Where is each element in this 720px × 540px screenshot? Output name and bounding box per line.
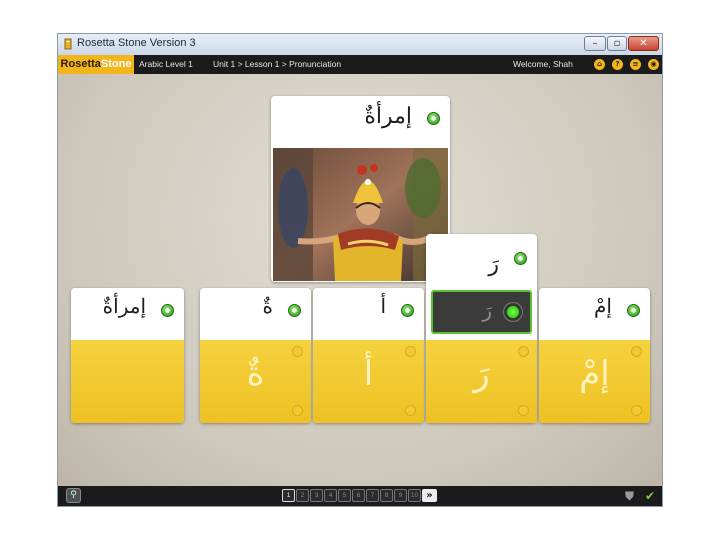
lesson-area: إمرأةٌ إمرأةٌ ةٌ ةٌ أ أ رَ رَ رَ إمْ إمْ <box>58 74 662 486</box>
prompt-card: إمرأةٌ <box>271 96 450 282</box>
recorder-glyph: رَ <box>482 298 492 322</box>
speaker-icon[interactable] <box>401 304 414 317</box>
page-button-4[interactable]: 4 <box>324 489 337 502</box>
syllable-card-1[interactable]: إمرأةٌ <box>71 288 184 423</box>
chat-icon[interactable]: ◉ <box>648 59 659 70</box>
page-button-1[interactable]: 1 <box>282 489 295 502</box>
zoom-icon[interactable]: ⚲ <box>66 488 81 503</box>
home-icon[interactable]: ⌂ <box>594 59 605 70</box>
card-answer-area[interactable]: إمْ <box>539 340 650 423</box>
syllable-card-5[interactable]: إمْ إمْ <box>539 288 650 423</box>
window-title: Rosetta Stone Version 3 <box>77 37 196 49</box>
brand-logo[interactable]: RosettaStone <box>58 55 134 74</box>
audio-settings-icon[interactable]: ⛊ <box>625 489 634 503</box>
maximize-button[interactable]: ▫ <box>607 36 627 51</box>
bottom-bar: ⚲ 1 2 3 4 5 6 7 8 9 10» ⛊ ✔ <box>58 486 662 506</box>
speaker-icon[interactable] <box>427 112 440 125</box>
speaker-icon[interactable] <box>288 304 301 317</box>
welcome-text: Welcome, Shah <box>513 59 573 69</box>
card-answer-area[interactable]: رَ <box>426 340 537 423</box>
app-window: Rosetta Stone Version 3 – ▫ ✕ RosettaSto… <box>57 33 663 507</box>
help-icon[interactable]: ? <box>612 59 623 70</box>
voice-recorder[interactable]: رَ <box>431 290 532 334</box>
course-label[interactable]: Arabic Level 1 <box>139 55 193 74</box>
page-button-5[interactable]: 5 <box>338 489 351 502</box>
breadcrumb[interactable]: Unit 1 > Lesson 1 > Pronunciation <box>213 55 341 74</box>
microphone-level-icon[interactable] <box>503 302 523 322</box>
card-word: إمْ <box>594 294 612 318</box>
menu-icon[interactable]: ≡ <box>630 59 641 70</box>
score-indicator-icon <box>292 405 303 416</box>
score-indicator-icon <box>405 405 416 416</box>
top-nav-bar: RosettaStone Arabic Level 1 Unit 1 > Les… <box>58 55 662 74</box>
card-glyph: رَ <box>473 354 490 394</box>
popup-word: رَ <box>488 252 499 277</box>
app-icon <box>64 38 72 50</box>
speaker-icon[interactable] <box>514 252 527 265</box>
card-answer-area[interactable] <box>71 340 184 423</box>
page-button-9[interactable]: 9 <box>394 489 407 502</box>
syllable-card-2[interactable]: ةٌ ةٌ <box>200 288 311 423</box>
page-navigator: 1 2 3 4 5 6 7 8 9 10» <box>282 489 437 502</box>
minimize-button[interactable]: – <box>584 36 606 51</box>
page-button-6[interactable]: 6 <box>352 489 365 502</box>
card-glyph: إمْ <box>579 354 610 394</box>
title-bar[interactable]: Rosetta Stone Version 3 – ▫ ✕ <box>58 34 662 55</box>
score-indicator-icon <box>518 405 529 416</box>
page-button-8[interactable]: 8 <box>380 489 393 502</box>
page-button-3[interactable]: 3 <box>310 489 323 502</box>
page-button-2[interactable]: 2 <box>296 489 309 502</box>
syllable-card-3[interactable]: أ أ <box>313 288 424 423</box>
card-glyph: أ <box>363 354 374 394</box>
card-glyph: ةٌ <box>246 354 265 394</box>
close-button[interactable]: ✕ <box>628 36 659 51</box>
speaker-icon[interactable] <box>161 304 174 317</box>
dancer-image <box>273 148 448 281</box>
next-page-button[interactable]: » <box>422 489 437 502</box>
syllable-card-4-active[interactable]: رَ رَ رَ <box>426 234 537 423</box>
card-answer-area[interactable]: ةٌ <box>200 340 311 423</box>
card-answer-area[interactable]: أ <box>313 340 424 423</box>
prompt-photo <box>273 148 448 281</box>
prompt-word: إمرأةٌ <box>364 104 412 129</box>
card-word: أ <box>380 294 386 318</box>
page-button-7[interactable]: 7 <box>366 489 379 502</box>
card-word: إمرأةٌ <box>102 294 146 318</box>
check-answer-icon[interactable]: ✔ <box>645 489 655 503</box>
speaker-icon[interactable] <box>627 304 640 317</box>
card-word: ةٌ <box>262 294 273 318</box>
page-button-10[interactable]: 10 <box>408 489 421 502</box>
score-indicator-icon <box>631 405 642 416</box>
